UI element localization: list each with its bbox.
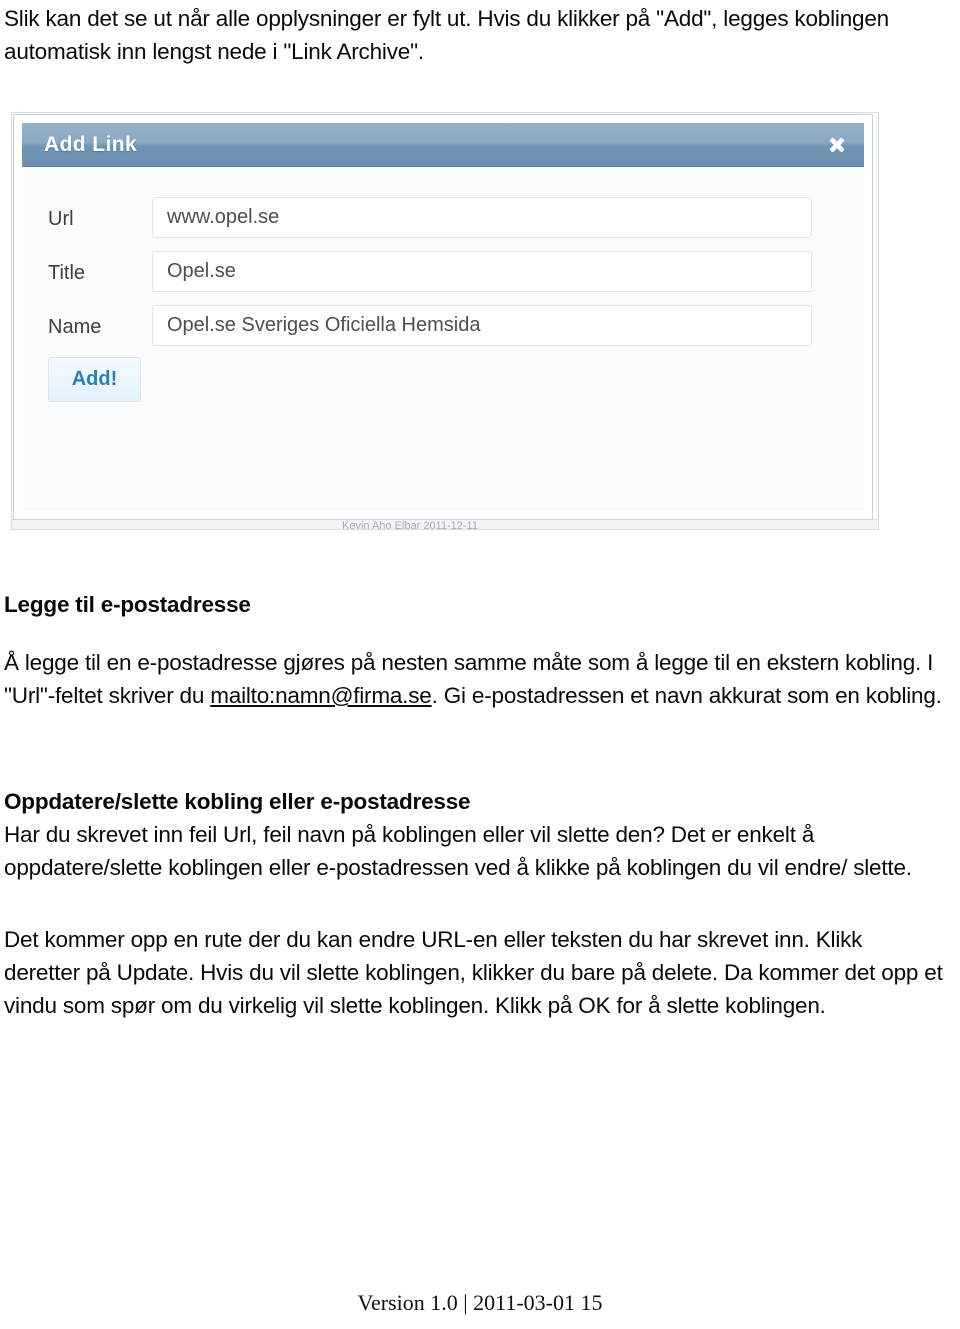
url-field-label: Url	[48, 208, 74, 230]
email-section-heading: Legge til e-postadresse	[4, 592, 251, 617]
add-link-modal: Add Link Url www.opel.se Title Opel.se N…	[13, 114, 873, 520]
add-link-modal-inner: Add Link Url www.opel.se Title Opel.se N…	[22, 123, 864, 511]
email-section-body: Å legge til en e-postadresse gjøres på n…	[4, 646, 944, 712]
backdrop-bottom-strip: Kevin Aho Elbar 2011-12-11	[12, 519, 878, 529]
title-field-label: Title	[48, 262, 86, 284]
update-section-heading: Oppdatere/slette kobling eller e-postadr…	[4, 789, 471, 814]
add-link-dialog-figure: Kevin Aho Elbar 2011-12-11 Add Link Url …	[11, 112, 879, 530]
form-row-name: Name Opel.se Sveriges Oficiella Hemsida	[22, 305, 864, 349]
add-button[interactable]: Add!	[48, 357, 141, 402]
form-row-url: Url www.opel.se	[22, 197, 864, 241]
modal-body: Url www.opel.se Title Opel.se Name Opel.…	[22, 167, 864, 510]
close-icon[interactable]	[824, 132, 850, 158]
document-page: Slik kan det se ut når alle opplysninger…	[0, 0, 960, 1329]
update-section-body: Har du skrevet inn feil Url, feil navn p…	[4, 822, 912, 880]
name-field-label: Name	[48, 316, 102, 338]
email-body-text-after: . Gi e-postadressen et navn akkurat som …	[431, 683, 942, 708]
dialog-section-body: Det kommer opp en rute der du kan endre …	[4, 927, 943, 1018]
mailto-link[interactable]: mailto:namn@firma.se	[210, 683, 432, 708]
modal-title: Add Link	[44, 133, 138, 156]
title-input[interactable]: Opel.se	[152, 251, 812, 292]
page-footer: Version 1.0 | 2011-03-01 15	[357, 1290, 603, 1315]
modal-titlebar: Add Link	[22, 123, 864, 167]
form-row-title: Title Opel.se	[22, 251, 864, 295]
name-input[interactable]: Opel.se Sveriges Oficiella Hemsida	[152, 305, 812, 346]
url-input[interactable]: www.opel.se	[152, 197, 812, 238]
backdrop-bottom-text: Kevin Aho Elbar 2011-12-11	[342, 520, 478, 529]
intro-paragraph: Slik kan det se ut når alle opplysninger…	[4, 6, 889, 64]
